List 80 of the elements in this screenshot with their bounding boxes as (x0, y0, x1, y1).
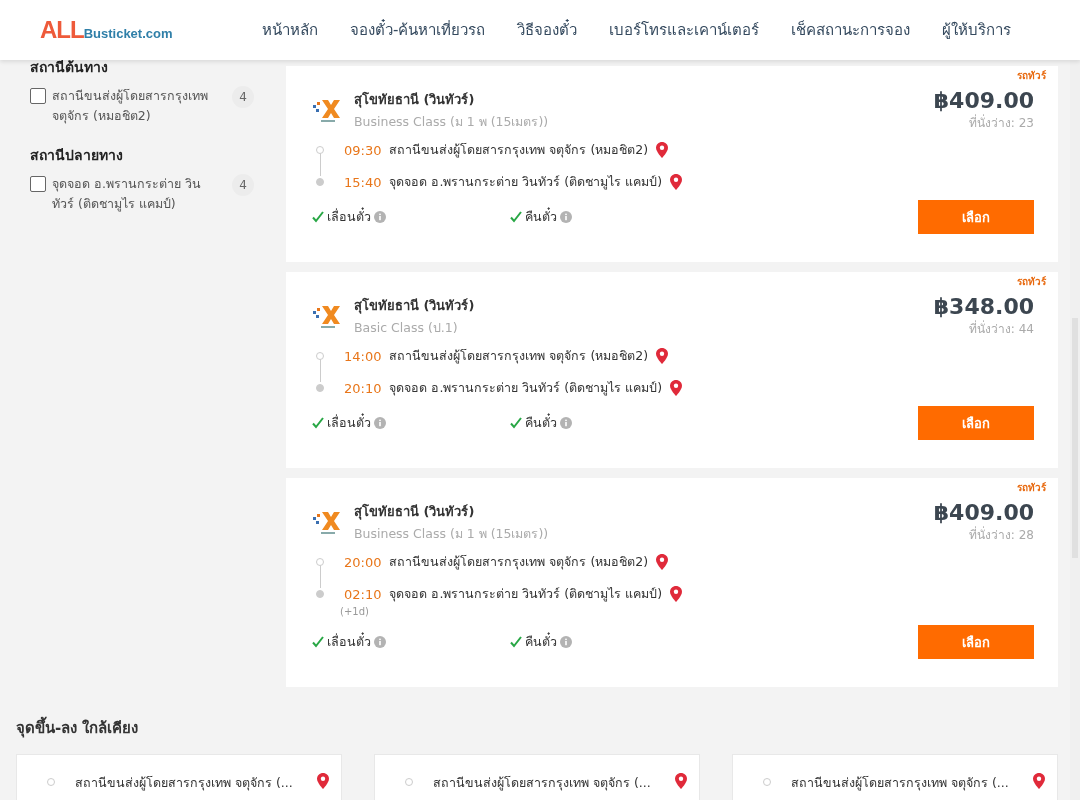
checkbox[interactable] (30, 176, 46, 192)
operator-name: สุโขทัยธานี (วินทัวร์) (354, 296, 475, 316)
feature-label: เลื่อนตั๋ว (327, 413, 371, 432)
stop-name: สถานีขนส่งผู้โดยสารกรุงเทพ จตุจักร (หมอชิต2) (389, 347, 649, 366)
nav-link[interactable]: หน้าหลัก (262, 18, 318, 42)
feature-label: คืนตั๋ว (525, 207, 557, 226)
time: 20:10 (344, 380, 382, 396)
bus-type-tag: รถทัวร์ (1017, 480, 1046, 495)
price: ฿409.00 (932, 500, 1034, 525)
time: 20:00 (344, 554, 382, 570)
operator-name: สุโขทัยธานี (วินทัวร์) (354, 90, 476, 110)
checkbox[interactable] (30, 88, 46, 104)
time: 14:00 (344, 348, 382, 364)
route-dot (47, 778, 55, 786)
stop-name: จุดจอด อ.พรานกระต่าย วินทัวร์ (ติดชามูไร แคมป์) (389, 173, 663, 192)
time: 09:30 (344, 142, 382, 158)
feature-label: เลื่อนตั๋ว (327, 632, 371, 651)
operator-logo-icon (312, 97, 342, 123)
nearby-card[interactable]: สถานีขนส่งผู้โดยสารกรุงเทพ จตุจักร (... (16, 754, 342, 800)
info-icon (374, 211, 386, 223)
info-icon (374, 417, 386, 429)
section-title: จุดขึ้น-ลง ใกล้เคียง (16, 716, 1058, 740)
map-pin-icon (656, 554, 669, 570)
stop-name: สถานีขนส่งผู้โดยสารกรุงเทพ จตุจักร (... (791, 774, 1010, 793)
map-pin-icon (656, 142, 669, 158)
seats-available: ที่นั่งว่าง: 28 (967, 525, 1034, 544)
feature-label: เลื่อนตั๋ว (327, 207, 371, 226)
site-logo[interactable]: ALLBusticket.com (40, 16, 250, 44)
info-icon (374, 636, 386, 648)
stop-name: สถานีขนส่งผู้โดยสารกรุงเทพ จตุจักร (หมอชิต2) (389, 141, 649, 160)
nav-link[interactable]: จองตั๋ว-ค้นหาเที่ยวรถ (350, 18, 486, 42)
map-pin-icon (670, 380, 683, 396)
nav-link[interactable]: เช็คสถานะการจอง (791, 18, 911, 42)
filter-label: สถานีขนส่งผู้โดยสารกรุงเทพ จตุจักร (หมอชิต2) (52, 87, 209, 126)
map-pin-icon (317, 773, 329, 789)
count-badge: 4 (232, 86, 254, 108)
bus-class: Business Class (ม 1 พ (15เมตร)) (354, 112, 549, 131)
day-offset: (+1d) (340, 606, 370, 617)
price: ฿409.00 (932, 88, 1034, 113)
price: ฿348.00 (932, 294, 1034, 319)
operator-logo-icon (312, 303, 342, 329)
map-pin-icon (675, 773, 687, 789)
route-dot (316, 178, 324, 186)
route-dot (763, 778, 771, 786)
feature-label: คืนตั๋ว (525, 632, 557, 651)
count-badge: 4 (232, 174, 254, 196)
map-pin-icon (1033, 773, 1045, 789)
bus-type-tag: รถทัวร์ (1017, 274, 1046, 289)
nearby-card[interactable]: สถานีขนส่งผู้โดยสารกรุงเทพ จตุจักร (... (374, 754, 700, 800)
map-pin-icon (670, 586, 683, 602)
feature-label: คืนตั๋ว (525, 413, 557, 432)
route-dot (316, 384, 324, 392)
info-icon (560, 211, 572, 223)
time: 15:40 (344, 174, 382, 190)
route-dot (316, 590, 324, 598)
operator-logo-icon (312, 509, 342, 535)
seats-available: ที่นั่งว่าง: 44 (967, 319, 1034, 338)
nearby-card[interactable]: สถานีขนส่งผู้โดยสารกรุงเทพ จตุจักร (... (732, 754, 1058, 800)
bus-type-tag: รถทัวร์ (1017, 68, 1046, 83)
filter-label: จุดจอด อ.พรานกระต่าย วินทัวร์ (ติดชามูไร แคมป์) (52, 175, 202, 214)
time: 02:10 (344, 586, 382, 602)
nav-link[interactable]: วิธีจองตั๋ว (517, 18, 578, 42)
map-pin-icon (656, 348, 669, 364)
info-icon (560, 636, 572, 648)
operator-name: สุโขทัยธานี (วินทัวร์) (354, 502, 476, 522)
info-icon (560, 417, 572, 429)
filter-title: สถานีต้นทาง (30, 58, 109, 77)
stop-name: สถานีขนส่งผู้โดยสารกรุงเทพ จตุจักร (... (75, 774, 294, 793)
stop-name: สถานีขนส่งผู้โดยสารกรุงเทพ จตุจักร (... (433, 774, 652, 793)
stop-name: จุดจอด อ.พรานกระต่าย วินทัวร์ (ติดชามูไร แคมป์) (389, 379, 663, 398)
map-pin-icon (670, 174, 683, 190)
nav-link[interactable]: ผู้ให้บริการ (942, 18, 1012, 42)
route-dot (405, 778, 413, 786)
stop-name: สถานีขนส่งผู้โดยสารกรุงเทพ จตุจักร (หมอชิต2) (389, 553, 649, 572)
filter-title: สถานีปลายทาง (30, 146, 124, 165)
nav-link[interactable]: เบอร์โทรและเคาน์เตอร์ (609, 18, 760, 42)
bus-class: Business Class (ม 1 พ (15เมตร)) (354, 524, 549, 543)
bus-class: Basic Class (ป.1) (354, 318, 459, 337)
seats-available: ที่นั่งว่าง: 23 (967, 113, 1034, 132)
stop-name: จุดจอด อ.พรานกระต่าย วินทัวร์ (ติดชามูไร แคมป์) (389, 585, 663, 604)
